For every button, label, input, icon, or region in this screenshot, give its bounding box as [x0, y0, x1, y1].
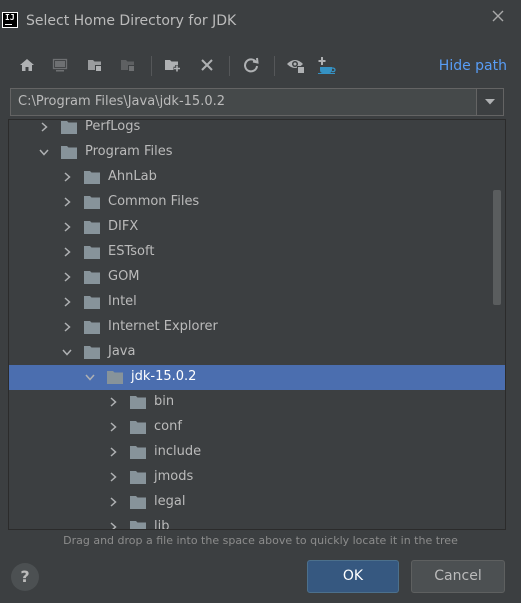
show-hidden-icon[interactable]: [285, 54, 307, 76]
delete-icon[interactable]: [196, 54, 218, 76]
chevron-down-icon[interactable]: [60, 345, 74, 359]
folder-icon: [84, 220, 100, 234]
tree-row[interactable]: DIFX: [9, 215, 505, 240]
tree-row[interactable]: conf: [9, 415, 505, 440]
folder-icon: [84, 320, 100, 334]
drag-drop-hint: Drag and drop a file into the space abov…: [63, 534, 458, 547]
tree-row[interactable]: Java: [9, 340, 505, 365]
tree-row[interactable]: jdk-15.0.2: [9, 365, 505, 390]
tree-row-label: legal: [154, 494, 186, 509]
tree-row[interactable]: AhnLab: [9, 165, 505, 190]
tree-row-label: PerfLogs: [85, 119, 141, 134]
project-icon[interactable]: [84, 54, 106, 76]
toolbar: Hide path: [0, 50, 521, 82]
folder-icon: [84, 170, 100, 184]
tree-row[interactable]: Common Files: [9, 190, 505, 215]
cancel-button[interactable]: Cancel: [411, 560, 505, 593]
chevron-right-icon[interactable]: [60, 195, 74, 209]
chevron-right-icon[interactable]: [106, 395, 120, 409]
tree-row[interactable]: legal: [9, 490, 505, 515]
chevron-down-icon: [485, 99, 495, 105]
tree-row[interactable]: Intel: [9, 290, 505, 315]
hide-path-link[interactable]: Hide path: [439, 58, 507, 74]
new-folder-icon[interactable]: [162, 54, 184, 76]
toolbar-separator: [274, 56, 275, 76]
folder-icon: [130, 470, 146, 484]
tree-row-label: bin: [154, 394, 175, 409]
tree-row[interactable]: GOM: [9, 265, 505, 290]
tree-row-label: lib: [154, 519, 170, 530]
folder-icon: [61, 145, 77, 159]
chevron-right-icon[interactable]: [37, 120, 51, 134]
tree-row-label: AhnLab: [108, 169, 157, 184]
tree-row-label: jmods: [154, 469, 194, 484]
chevron-right-icon[interactable]: [60, 220, 74, 234]
tree-row[interactable]: Program Files: [9, 140, 505, 165]
tree-row[interactable]: Internet Explorer: [9, 315, 505, 340]
home-icon[interactable]: [16, 54, 38, 76]
folder-icon: [130, 420, 146, 434]
chevron-down-icon[interactable]: [83, 370, 97, 384]
tree-row-label: Common Files: [108, 194, 200, 209]
tree-row[interactable]: PerfLogs: [9, 119, 505, 140]
help-button[interactable]: ?: [11, 563, 39, 591]
tree-row[interactable]: jmods: [9, 465, 505, 490]
intellij-app-icon: IJ: [2, 12, 18, 28]
download-jdk-icon[interactable]: [318, 54, 340, 76]
folder-icon: [130, 445, 146, 459]
module-icon[interactable]: [117, 54, 139, 76]
path-combobox[interactable]: [10, 88, 504, 116]
chevron-right-icon[interactable]: [60, 245, 74, 259]
folder-icon: [107, 370, 123, 384]
folder-icon: [61, 120, 77, 134]
tree-row-label: jdk-15.0.2: [131, 369, 197, 384]
refresh-icon[interactable]: [240, 54, 262, 76]
tree-row-label: include: [154, 444, 202, 459]
tree-row[interactable]: ESTsoft: [9, 240, 505, 265]
tree-row-label: DIFX: [108, 219, 139, 234]
path-input[interactable]: [11, 89, 476, 115]
folder-icon: [84, 345, 100, 359]
toolbar-separator: [229, 56, 230, 76]
desktop-icon[interactable]: [49, 54, 71, 76]
chevron-right-icon[interactable]: [106, 470, 120, 484]
close-icon[interactable]: [489, 9, 507, 27]
folder-icon: [84, 195, 100, 209]
folder-icon: [130, 495, 146, 509]
ok-button[interactable]: OK: [307, 560, 399, 593]
tree-row[interactable]: bin: [9, 390, 505, 415]
tree-scrollbar[interactable]: [493, 190, 501, 305]
tree-row-label: Program Files: [85, 144, 173, 159]
chevron-down-icon[interactable]: [37, 145, 51, 159]
chevron-right-icon[interactable]: [106, 420, 120, 434]
folder-icon: [84, 295, 100, 309]
tree-row-label: GOM: [108, 269, 140, 284]
tree-row-label: ESTsoft: [108, 244, 155, 259]
chevron-right-icon[interactable]: [106, 495, 120, 509]
folder-icon: [84, 245, 100, 259]
window-title: Select Home Directory for JDK: [26, 13, 237, 29]
toolbar-separator: [151, 56, 152, 76]
tree-row[interactable]: include: [9, 440, 505, 465]
chevron-right-icon[interactable]: [60, 270, 74, 284]
folder-icon: [130, 520, 146, 529]
path-dropdown-button[interactable]: [476, 89, 503, 115]
file-tree[interactable]: PerfLogs Program Files AhnLab Common Files D…: [8, 119, 506, 530]
chevron-right-icon[interactable]: [106, 520, 120, 529]
folder-icon: [130, 395, 146, 409]
chevron-right-icon[interactable]: [60, 320, 74, 334]
chevron-right-icon[interactable]: [60, 295, 74, 309]
tree-row-label: Java: [108, 344, 136, 359]
chevron-right-icon[interactable]: [60, 170, 74, 184]
tree-row-label: conf: [154, 419, 182, 434]
tree-row[interactable]: lib: [9, 515, 505, 530]
tree-row-label: Intel: [108, 294, 137, 309]
tree-row-label: Internet Explorer: [108, 319, 218, 334]
folder-icon: [84, 270, 100, 284]
title-bar: IJ Select Home Directory for JDK: [0, 0, 521, 42]
chevron-right-icon[interactable]: [106, 445, 120, 459]
